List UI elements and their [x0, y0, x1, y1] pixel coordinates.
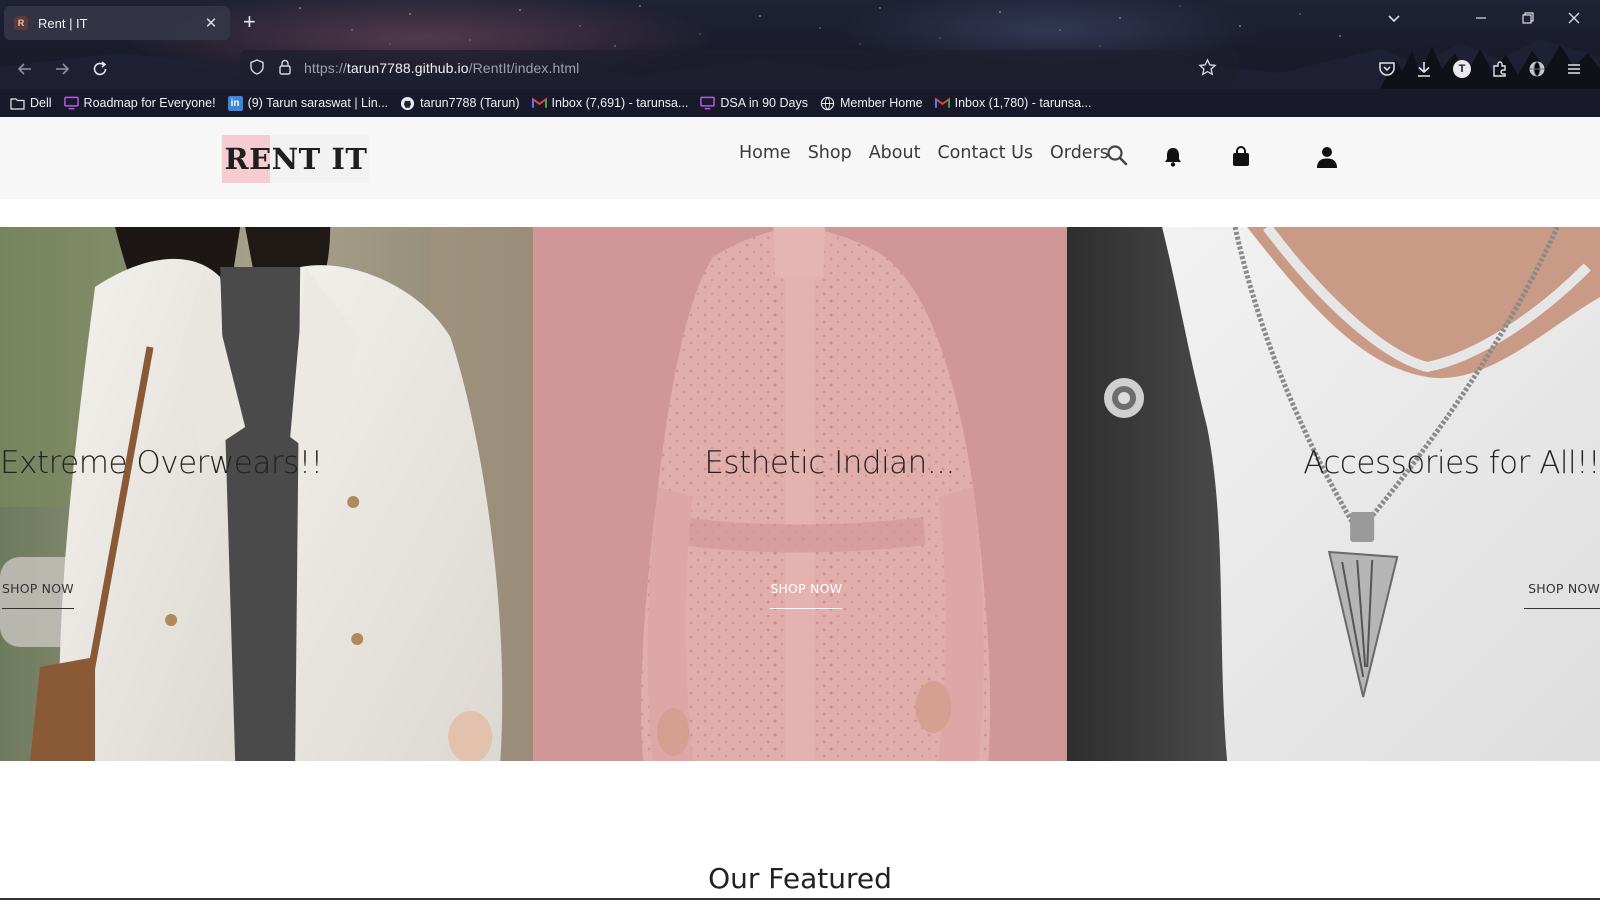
- github-icon: [400, 96, 415, 111]
- profile-avatar-icon[interactable]: T: [1449, 56, 1475, 82]
- shop-now-button[interactable]: SHOP NOW: [1524, 581, 1600, 609]
- shopping-bag-icon[interactable]: [1231, 146, 1251, 168]
- url-text: https://tarun7788.github.io/RentIt/index…: [304, 60, 580, 76]
- hero-panel-indian: Esthetic Indian... SHOP NOW: [533, 227, 1067, 761]
- forward-icon[interactable]: [49, 56, 75, 82]
- download-icon[interactable]: [1411, 56, 1437, 82]
- shop-now-button[interactable]: SHOP NOW: [2, 581, 74, 609]
- bookmark-member-home[interactable]: Member Home: [820, 96, 923, 111]
- tab-close-icon[interactable]: ✕: [202, 14, 220, 32]
- tab-title: Rent | IT: [38, 15, 88, 31]
- nav-orders[interactable]: Orders: [1050, 143, 1109, 163]
- search-icon[interactable]: [1106, 144, 1128, 166]
- monitor-icon: [700, 96, 716, 111]
- user-account-icon[interactable]: [1316, 145, 1338, 169]
- bookmark-gmail-1[interactable]: Inbox (7,691) - tarunsa...: [531, 96, 688, 111]
- monitor-icon: [63, 96, 79, 111]
- nav-shop[interactable]: Shop: [808, 143, 852, 163]
- nav-home[interactable]: Home: [739, 143, 791, 163]
- folder-icon: [10, 96, 25, 111]
- necklace-photo: [1066, 227, 1600, 761]
- hero-panel-overwears: Extreme Overwears!! SHOP NOW: [0, 227, 534, 761]
- tab-list-chevron-icon[interactable]: [1386, 10, 1402, 33]
- new-tab-icon[interactable]: +: [243, 10, 256, 34]
- minimize-icon[interactable]: [1474, 10, 1488, 32]
- browser-chrome: R Rent | IT ✕ + https://tarun7788.github…: [0, 0, 1600, 117]
- panel-title: Extreme Overwears!!: [0, 445, 323, 481]
- extensions-icon[interactable]: [1487, 56, 1513, 82]
- panel-title: Esthetic Indian...: [704, 445, 955, 481]
- bookmark-github[interactable]: tarun7788 (Tarun): [400, 96, 520, 111]
- site-header: RENT IT Home Shop About Contact Us Order…: [0, 117, 1600, 199]
- site-logo[interactable]: RENT IT: [222, 135, 370, 183]
- bookmarks-bar: Dell Roadmap for Everyone! in (9) Tarun …: [10, 92, 1092, 114]
- bookmark-dsa[interactable]: DSA in 90 Days: [700, 96, 808, 111]
- panel-title: Accessories for All!!: [1303, 445, 1600, 481]
- sherwani-photo: [533, 227, 1067, 761]
- nav-contact-us[interactable]: Contact Us: [937, 143, 1033, 163]
- tab-favicon-icon: R: [14, 16, 28, 30]
- menu-hamburger-icon[interactable]: [1561, 56, 1587, 82]
- hero-panel-accessories: Accessories for All!! SHOP NOW: [1066, 227, 1600, 761]
- featured-heading: Our Featured: [708, 862, 892, 895]
- close-window-icon[interactable]: [1567, 10, 1581, 32]
- gmail-icon: [531, 96, 547, 111]
- coat-photo: [0, 227, 534, 761]
- browser-tab-active[interactable]: R Rent | IT ✕: [4, 6, 230, 40]
- globe-icon: [820, 96, 835, 111]
- bookmark-linkedin[interactable]: in (9) Tarun saraswat | Lin...: [227, 95, 388, 111]
- pocket-icon[interactable]: [1374, 56, 1400, 82]
- address-bar[interactable]: https://tarun7788.github.io/RentIt/index…: [240, 50, 1238, 86]
- main-nav: Home Shop About Contact Us Orders: [739, 143, 1109, 163]
- bell-icon[interactable]: [1162, 146, 1184, 168]
- hero-banner: Extreme Overwears!! SHOP NOW Esthetic In…: [0, 227, 1600, 761]
- globe-extension-icon[interactable]: [1524, 56, 1550, 82]
- bookmark-roadmap[interactable]: Roadmap for Everyone!: [63, 96, 216, 111]
- bookmark-dell[interactable]: Dell: [10, 96, 52, 111]
- bookmark-star-icon[interactable]: [1198, 58, 1217, 82]
- bookmark-gmail-2[interactable]: Inbox (1,780) - tarunsa...: [934, 96, 1092, 111]
- gmail-icon: [934, 96, 950, 111]
- shop-now-button[interactable]: SHOP NOW: [770, 581, 843, 609]
- nav-about[interactable]: About: [869, 143, 921, 163]
- linkedin-icon: in: [227, 95, 243, 111]
- shield-icon[interactable]: [248, 58, 266, 81]
- lock-icon[interactable]: [276, 58, 294, 81]
- back-icon[interactable]: [12, 56, 38, 82]
- reload-icon[interactable]: [87, 56, 113, 82]
- restore-icon[interactable]: [1521, 10, 1535, 32]
